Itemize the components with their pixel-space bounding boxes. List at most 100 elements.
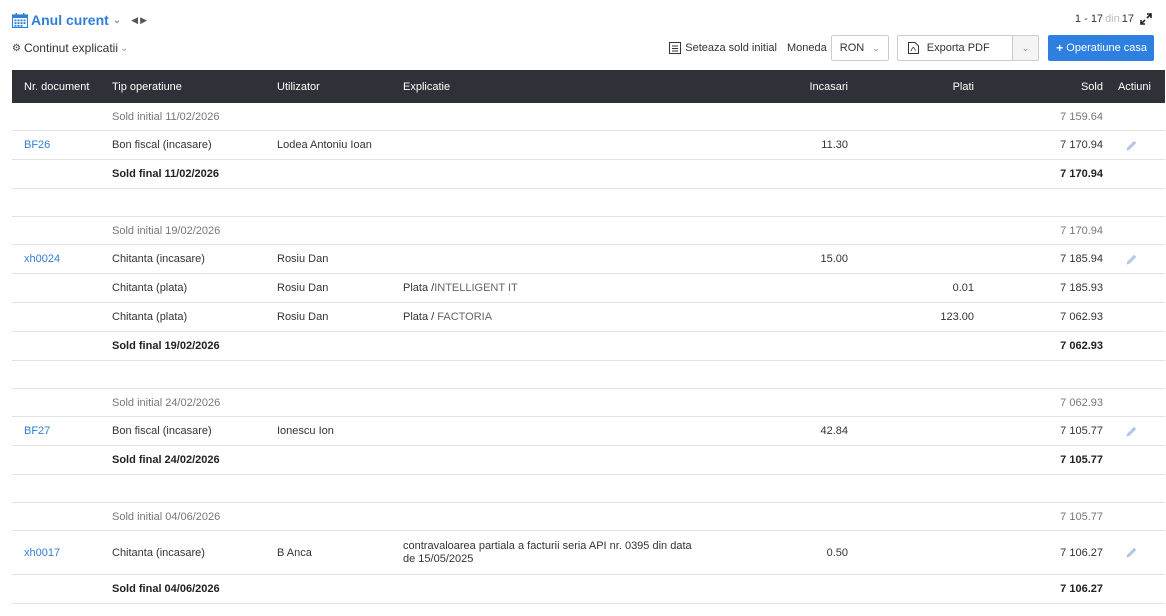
group-spacer-row <box>12 475 1165 503</box>
initial-balance-row: Sold initial 04/06/2026 7 105.77 <box>12 503 1165 531</box>
group-spacer-row <box>12 361 1165 389</box>
receipt-amount: 42.84 <box>820 425 848 437</box>
export-dropdown-toggle[interactable]: ⌄ <box>1012 36 1039 60</box>
balance-amount: 7 105.77 <box>1060 425 1103 437</box>
col-header-user[interactable]: Utilizator <box>277 81 403 93</box>
balance-amount: 7 185.93 <box>1060 282 1103 294</box>
table-row[interactable]: xh0024 Chitanta (incasare) Rosiu Dan 15.00 7… <box>12 245 1165 274</box>
table-body: Sold initial 11/02/2026 7 159.64 BF26 Bon f… <box>12 103 1165 604</box>
new-cash-operation-label: Operatiune casa <box>1066 42 1147 54</box>
set-initial-balance-button[interactable]: Seteaza sold initial <box>669 42 777 54</box>
calendar-icon <box>12 12 28 28</box>
initial-balance-row: Sold initial 19/02/2026 7 170.94 <box>12 217 1165 245</box>
col-header-receipts[interactable]: Incasari <box>722 81 848 93</box>
period-selector[interactable]: Anul curent ⌄ <box>12 12 121 28</box>
final-balance-label: Sold final 11/02/2026 <box>112 168 220 180</box>
table-header: Nr. document Tip operatiune Utilizator E… <box>12 70 1165 103</box>
actions-cell <box>1103 139 1155 151</box>
initial-balance-label: Sold initial 24/02/2026 <box>112 396 221 409</box>
chevron-down-icon: ⌄ <box>872 42 880 53</box>
operation-type: Chitanta (plata) <box>112 311 188 323</box>
final-balance-row: Sold final 11/02/2026 7 170.94 <box>12 160 1165 189</box>
user-name: Ionescu Ion <box>277 425 334 437</box>
period-bar: Anul curent ⌄ ◀▶ <box>12 10 149 30</box>
pager-total: 17 <box>1121 13 1134 25</box>
document-link[interactable]: xh0024 <box>12 253 112 265</box>
initial-balance-value: 7 159.64 <box>1060 110 1103 123</box>
export-pdf-main[interactable]: Exporta PDF <box>898 36 1013 60</box>
col-header-balance[interactable]: Sold <box>974 81 1103 93</box>
actions-cell <box>1103 547 1155 559</box>
new-cash-operation-button[interactable]: + Operatiune casa <box>1048 35 1154 61</box>
table-row[interactable]: xh0017 Chitanta (incasare) B Anca contraval… <box>12 531 1165 575</box>
balance-amount: 7 185.94 <box>1060 253 1103 265</box>
list-doc-icon <box>669 42 682 54</box>
edit-pencil-icon[interactable] <box>1126 140 1137 151</box>
col-header-explanation[interactable]: Explicatie <box>403 81 722 93</box>
user-name: Lodea Antoniu Ioan <box>277 139 372 151</box>
group-spacer-row <box>12 189 1165 217</box>
content-toggle[interactable]: ⚙ Continut explicatii ⌄ <box>12 41 128 55</box>
prev-next-arrows-icon[interactable]: ◀▶ <box>131 15 149 26</box>
table-row[interactable]: BF27 Bon fiscal (incasare) Ionescu Ion 42.8… <box>12 417 1165 446</box>
balance-amount: 7 106.27 <box>1060 546 1103 559</box>
currency-select[interactable]: RON ⌄ <box>830 35 889 61</box>
initial-balance-value: 7 062.93 <box>1060 396 1103 409</box>
operation-type: Chitanta (incasare) <box>112 546 205 559</box>
initial-balance-value: 7 170.94 <box>1060 224 1103 237</box>
user-name: Rosiu Dan <box>277 282 329 294</box>
edit-pencil-icon[interactable] <box>1126 254 1137 265</box>
final-balance-row: Sold final 24/02/2026 7 105.77 <box>12 446 1165 475</box>
actions-cell <box>1103 425 1155 437</box>
chevron-down-icon: ⌄ <box>120 42 129 54</box>
col-header-type[interactable]: Tip operatiune <box>112 81 277 93</box>
initial-balance-label: Sold initial 04/06/2026 <box>112 510 221 523</box>
col-header-document[interactable]: Nr. document <box>12 81 112 93</box>
explanation-text: Plata / <box>403 311 438 323</box>
document-link[interactable]: BF27 <box>12 425 112 437</box>
table-row[interactable]: Chitanta (plata) Rosiu Dan Plata / FACTORI… <box>12 303 1165 332</box>
expand-icon[interactable] <box>1140 13 1152 25</box>
currency-value: RON <box>839 42 865 54</box>
pagination-info: 1 - 17 din 17 <box>1075 13 1152 25</box>
final-balance-label: Sold final 19/02/2026 <box>112 340 220 352</box>
initial-balance-label: Sold initial 19/02/2026 <box>112 224 221 237</box>
currency-label: Moneda <box>786 42 827 54</box>
table-row[interactable]: Chitanta (plata) Rosiu Dan Plata /INTELLIG… <box>12 274 1165 303</box>
user-name: Rosiu Dan <box>277 311 329 323</box>
export-pdf-button[interactable]: Exporta PDF ⌄ <box>896 35 1040 61</box>
receipt-amount: 0.50 <box>826 546 848 559</box>
explanation-partner: FACTORIA <box>437 311 493 323</box>
explanation-text: contravaloarea partiala a facturii seria… <box>403 539 692 565</box>
explanation: Plata / FACTORIA <box>403 311 722 323</box>
table-row[interactable]: BF26 Bon fiscal (incasare) Lodea Antoniu I… <box>12 131 1165 160</box>
payment-amount: 0.01 <box>952 282 974 294</box>
col-header-payments[interactable]: Plati <box>848 81 974 93</box>
balance-amount: 7 170.94 <box>1060 139 1103 151</box>
initial-balance-row: Sold initial 11/02/2026 7 159.64 <box>12 103 1165 131</box>
edit-pencil-icon[interactable] <box>1126 426 1137 437</box>
content-toggle-label: Continut explicatii <box>23 41 119 55</box>
gear-icon: ⚙ <box>12 42 21 54</box>
explanation-text: Plata / <box>403 282 435 294</box>
document-link[interactable]: xh0017 <box>12 547 112 559</box>
toolbar: Seteaza sold initial Moneda RON ⌄ Export… <box>669 35 1154 61</box>
balance-amount: 7 062.93 <box>1060 311 1103 323</box>
period-label: Anul curent <box>31 12 109 28</box>
export-pdf-label: Exporta PDF <box>926 42 990 54</box>
cash-register-table: Nr. document Tip operatiune Utilizator E… <box>12 70 1165 604</box>
initial-balance-row: Sold initial 24/02/2026 7 062.93 <box>12 389 1165 417</box>
pager-to: 17 <box>1090 13 1104 25</box>
explanation: contravaloarea partiala a facturii seria… <box>403 540 722 566</box>
col-header-actions: Actiuni <box>1117 80 1151 93</box>
payment-amount: 123.00 <box>940 311 974 323</box>
operation-type: Chitanta (incasare) <box>112 253 205 265</box>
document-link[interactable]: BF26 <box>12 139 112 151</box>
receipt-amount: 15.00 <box>820 253 848 265</box>
final-balance-label: Sold final 24/02/2026 <box>112 454 220 466</box>
initial-balance-value: 7 105.77 <box>1060 510 1103 523</box>
set-initial-balance-label: Seteaza sold initial <box>685 42 777 54</box>
edit-pencil-icon[interactable] <box>1126 547 1137 558</box>
receipt-amount: 11.30 <box>821 139 848 151</box>
operation-type: Bon fiscal (incasare) <box>112 139 212 151</box>
